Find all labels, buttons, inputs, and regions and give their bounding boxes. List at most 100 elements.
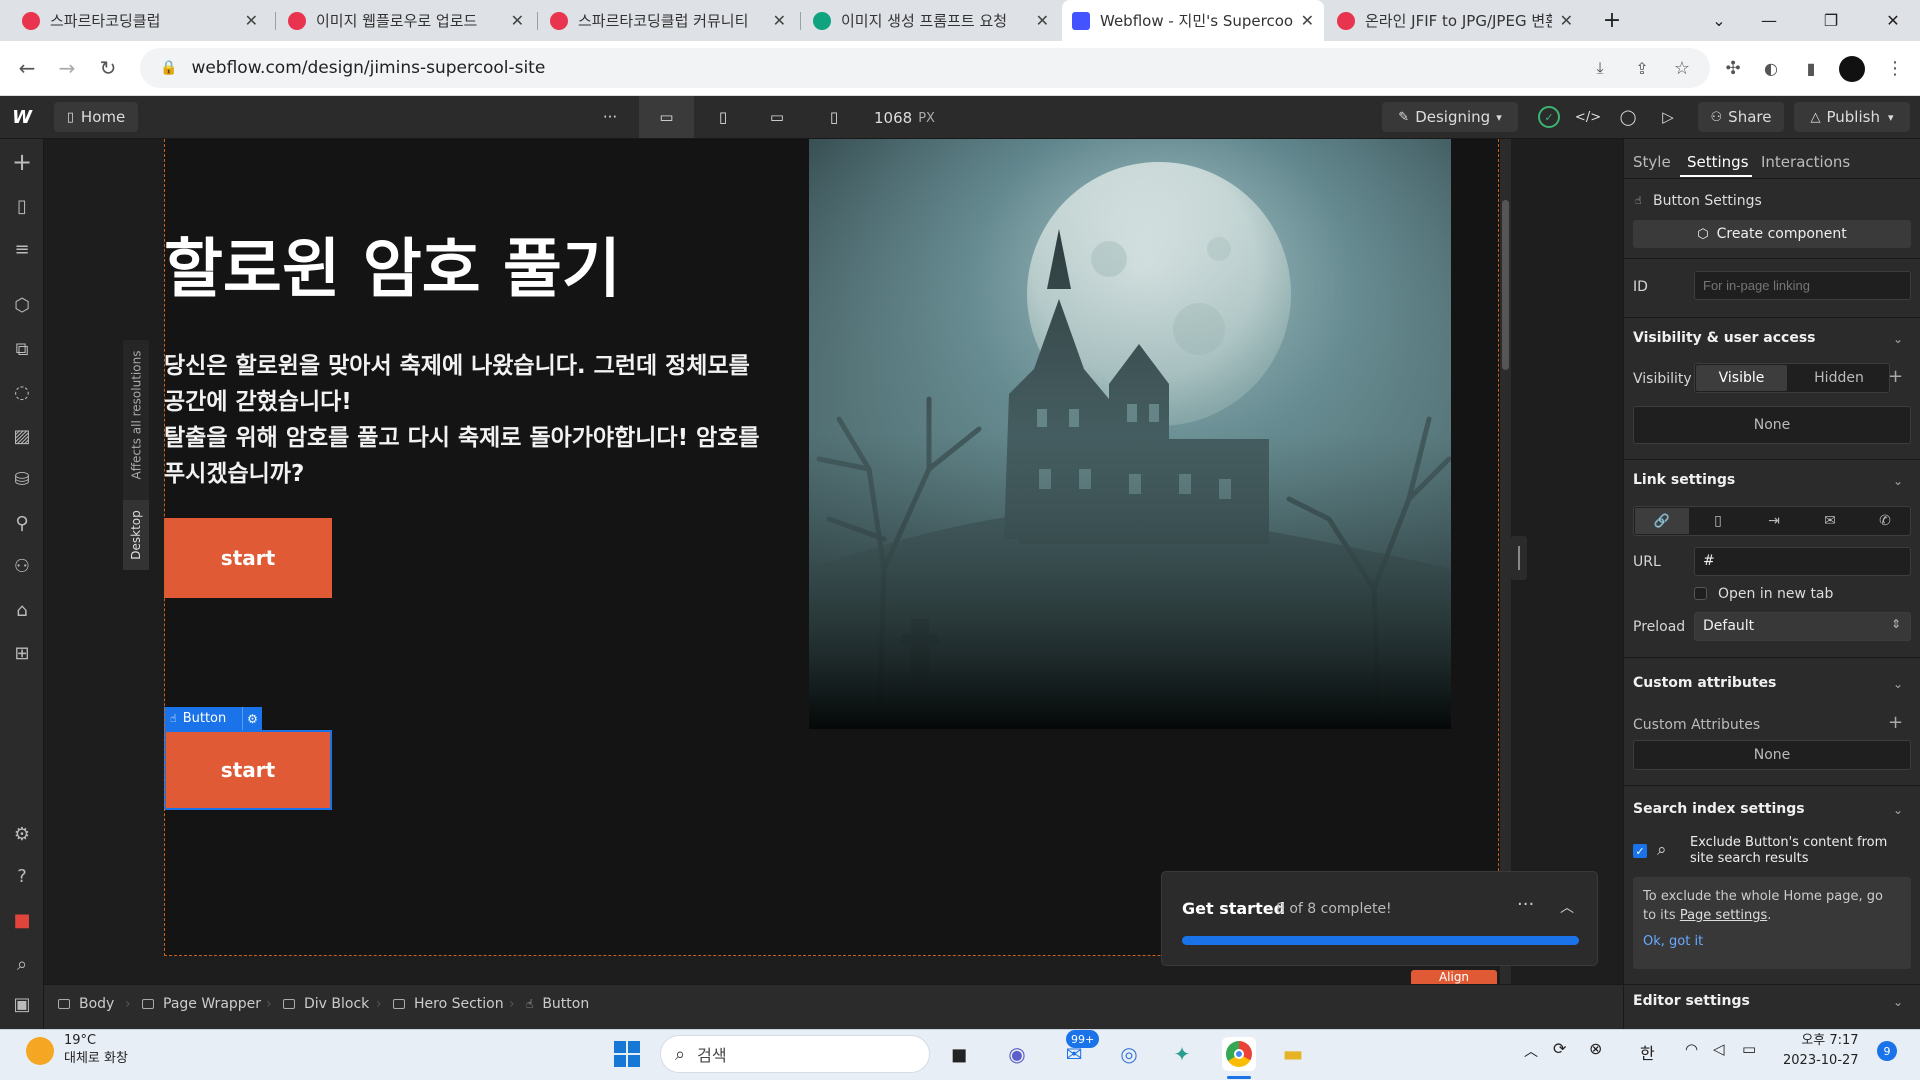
start-button-selected[interactable]: start bbox=[164, 730, 332, 810]
add-elements-icon[interactable]: + bbox=[10, 148, 34, 176]
install-icon[interactable]: ⤓ bbox=[1585, 53, 1615, 83]
browser-tab[interactable]: 온라인 JFIF to JPG/JPEG 변환 ✕ bbox=[1327, 0, 1583, 41]
haunted-house-image[interactable] bbox=[809, 139, 1451, 729]
mode-selector[interactable]: ✎ Designing ▾ bbox=[1382, 102, 1518, 132]
hero-description[interactable]: 당신은 할로윈을 맞아서 축제에 나왔습니다. 그런데 정체모를 공간에 갇혔습… bbox=[164, 348, 804, 492]
menu-kebab-icon[interactable]: ⋮ bbox=[1880, 53, 1910, 83]
preload-select[interactable]: Default ⇕ bbox=[1694, 612, 1911, 641]
breakpoint-mobile-icon[interactable]: ▯ bbox=[822, 104, 846, 130]
canvas-scroll-thumb[interactable] bbox=[1502, 200, 1509, 370]
help-icon[interactable]: ? bbox=[10, 864, 34, 888]
pages-icon[interactable]: ▯ bbox=[10, 194, 34, 218]
link-page-icon[interactable]: ▯ bbox=[1691, 508, 1745, 534]
close-icon[interactable]: ✕ bbox=[511, 11, 524, 30]
close-window-button[interactable]: ✕ bbox=[1870, 0, 1916, 41]
exclude-search-checkbox[interactable]: ✓ bbox=[1633, 844, 1647, 858]
element-settings-icon[interactable]: ⚙ bbox=[242, 707, 262, 730]
ime-indicator[interactable]: 한 bbox=[1640, 1040, 1655, 1064]
tab-settings[interactable]: Settings bbox=[1687, 153, 1749, 171]
task-view-icon[interactable]: ◼ bbox=[942, 1037, 976, 1071]
search-icon[interactable]: ⌕ bbox=[10, 952, 34, 976]
share-page-icon[interactable]: ⇪ bbox=[1627, 53, 1657, 83]
code-icon[interactable]: </> bbox=[1575, 104, 1601, 130]
chevron-down-icon[interactable]: ⌄ bbox=[1893, 677, 1903, 691]
apps-icon[interactable]: ⊞ bbox=[10, 641, 34, 665]
breakpoint-tablet-icon[interactable]: ▯ bbox=[711, 104, 735, 130]
canvas-resize-handle[interactable] bbox=[1511, 536, 1527, 580]
sync-icon[interactable]: ⟳ bbox=[1553, 1039, 1566, 1058]
app-icon[interactable]: ✦ bbox=[1165, 1037, 1199, 1071]
chevron-up-icon[interactable]: ︿ bbox=[1560, 897, 1574, 917]
tab-interactions[interactable]: Interactions bbox=[1761, 153, 1850, 171]
taskbar-search[interactable]: ⌕ 검색 bbox=[660, 1035, 930, 1073]
chevron-down-icon[interactable]: ⌄ bbox=[1893, 474, 1903, 488]
close-icon[interactable]: ✕ bbox=[245, 11, 258, 30]
more-icon[interactable]: ··· bbox=[598, 104, 622, 130]
url-field[interactable]: 🔒 webflow.com/design/jimins-supercool-si… bbox=[140, 48, 1710, 88]
components-icon[interactable]: ⬡ bbox=[10, 293, 34, 317]
navigator-icon[interactable]: ≡ bbox=[10, 237, 34, 261]
users-icon[interactable]: ⚇ bbox=[10, 554, 34, 578]
windows-start-icon[interactable] bbox=[610, 1037, 644, 1071]
styles-icon[interactable]: ⧉ bbox=[10, 337, 34, 361]
new-tab-button[interactable]: + bbox=[1589, 0, 1635, 41]
comment-icon[interactable]: ◯ bbox=[1616, 104, 1640, 130]
hero-title[interactable]: 할로윈 암호 풀기 bbox=[164, 232, 621, 308]
close-icon[interactable]: ✕ bbox=[773, 11, 786, 30]
create-component-button[interactable]: ⬡ Create component bbox=[1633, 220, 1911, 248]
close-icon[interactable]: ✕ bbox=[1036, 11, 1049, 30]
volume-icon[interactable]: ◁ bbox=[1713, 1040, 1725, 1058]
breakpoint-landscape-icon[interactable]: ▭ bbox=[765, 104, 789, 130]
extensions-icon[interactable]: ✣ bbox=[1718, 53, 1748, 83]
browser-tab[interactable]: 스파르타코딩클럽 ✕ bbox=[12, 0, 268, 41]
assets-icon[interactable]: ▨ bbox=[10, 424, 34, 448]
battery-icon[interactable]: ▭ bbox=[1742, 1040, 1756, 1058]
visible-option[interactable]: Visible bbox=[1696, 365, 1787, 391]
canvas-width[interactable]: 1068 PX bbox=[874, 108, 935, 128]
settings-gear-icon[interactable]: ⚙ bbox=[10, 822, 34, 846]
tab-style[interactable]: Style bbox=[1633, 153, 1671, 171]
more-icon[interactable]: ··· bbox=[1517, 894, 1534, 915]
tab-search-icon[interactable]: ⌄ bbox=[1696, 0, 1742, 41]
chevron-down-icon[interactable]: ⌄ bbox=[1893, 803, 1903, 817]
breadcrumb-item-button[interactable]: ☝ Button bbox=[526, 996, 589, 1012]
chevron-down-icon[interactable]: ⌄ bbox=[1893, 995, 1903, 1009]
logic-icon[interactable]: ⚲ bbox=[10, 511, 34, 535]
browser-tab-active[interactable]: Webflow - 지민's Supercool ✕ bbox=[1062, 0, 1324, 41]
hidden-option[interactable]: Hidden bbox=[1789, 365, 1889, 391]
browser-tab[interactable]: 스파르타코딩클럽 커뮤니티 ✕ bbox=[540, 0, 796, 41]
notification-badge[interactable]: 9 bbox=[1877, 1041, 1897, 1061]
back-icon[interactable]: ← bbox=[12, 53, 42, 83]
record-icon[interactable]: ■ bbox=[10, 908, 34, 932]
start-button[interactable]: start bbox=[164, 518, 332, 598]
weather-sun-icon[interactable] bbox=[26, 1037, 54, 1065]
url-input[interactable]: # bbox=[1694, 547, 1911, 576]
visibility-conditions[interactable]: None bbox=[1633, 406, 1911, 444]
id-input[interactable] bbox=[1694, 271, 1911, 300]
chrome-remote-icon[interactable]: ◎ bbox=[1112, 1037, 1146, 1071]
close-icon[interactable]: ✕ bbox=[1301, 11, 1314, 30]
preview-play-icon[interactable]: ▷ bbox=[1656, 104, 1680, 130]
wifi-icon[interactable]: ◠ bbox=[1685, 1040, 1698, 1058]
breadcrumb-item-page-wrapper[interactable]: Page Wrapper bbox=[142, 996, 261, 1012]
webflow-logo-icon[interactable]: W bbox=[8, 106, 36, 128]
browser-tab[interactable]: 이미지 웹플로우로 업로드 ✕ bbox=[278, 0, 534, 41]
bookmark-star-icon[interactable]: ☆ bbox=[1667, 53, 1697, 83]
forward-icon[interactable]: → bbox=[52, 53, 82, 83]
teams-chat-icon[interactable]: ◉ bbox=[1000, 1037, 1034, 1071]
variables-icon[interactable]: ◌ bbox=[10, 380, 34, 404]
security-icon[interactable]: ⊗ bbox=[1589, 1039, 1602, 1058]
browser-tab[interactable]: 이미지 생성 프롬프트 요청 ✕ bbox=[803, 0, 1059, 41]
cms-icon[interactable]: ⛁ bbox=[10, 467, 34, 491]
video-icon[interactable]: ▣ bbox=[10, 992, 34, 1016]
chrome-icon[interactable] bbox=[1222, 1037, 1256, 1071]
breadcrumb-item-div-block[interactable]: Div Block bbox=[283, 996, 369, 1012]
chevron-down-icon[interactable]: ⌄ bbox=[1893, 332, 1903, 346]
profile-avatar[interactable] bbox=[1839, 56, 1865, 82]
page-selector[interactable]: ▯ Home bbox=[54, 102, 138, 132]
side-panel-icon[interactable]: ▮ bbox=[1796, 53, 1826, 83]
link-section-icon[interactable]: ⇥ bbox=[1747, 508, 1801, 534]
minimize-button[interactable]: — bbox=[1746, 0, 1792, 41]
get-started-widget[interactable]: Get started 8 of 8 complete! ··· ︿ bbox=[1161, 871, 1598, 966]
plus-icon[interactable]: + bbox=[1888, 366, 1903, 387]
